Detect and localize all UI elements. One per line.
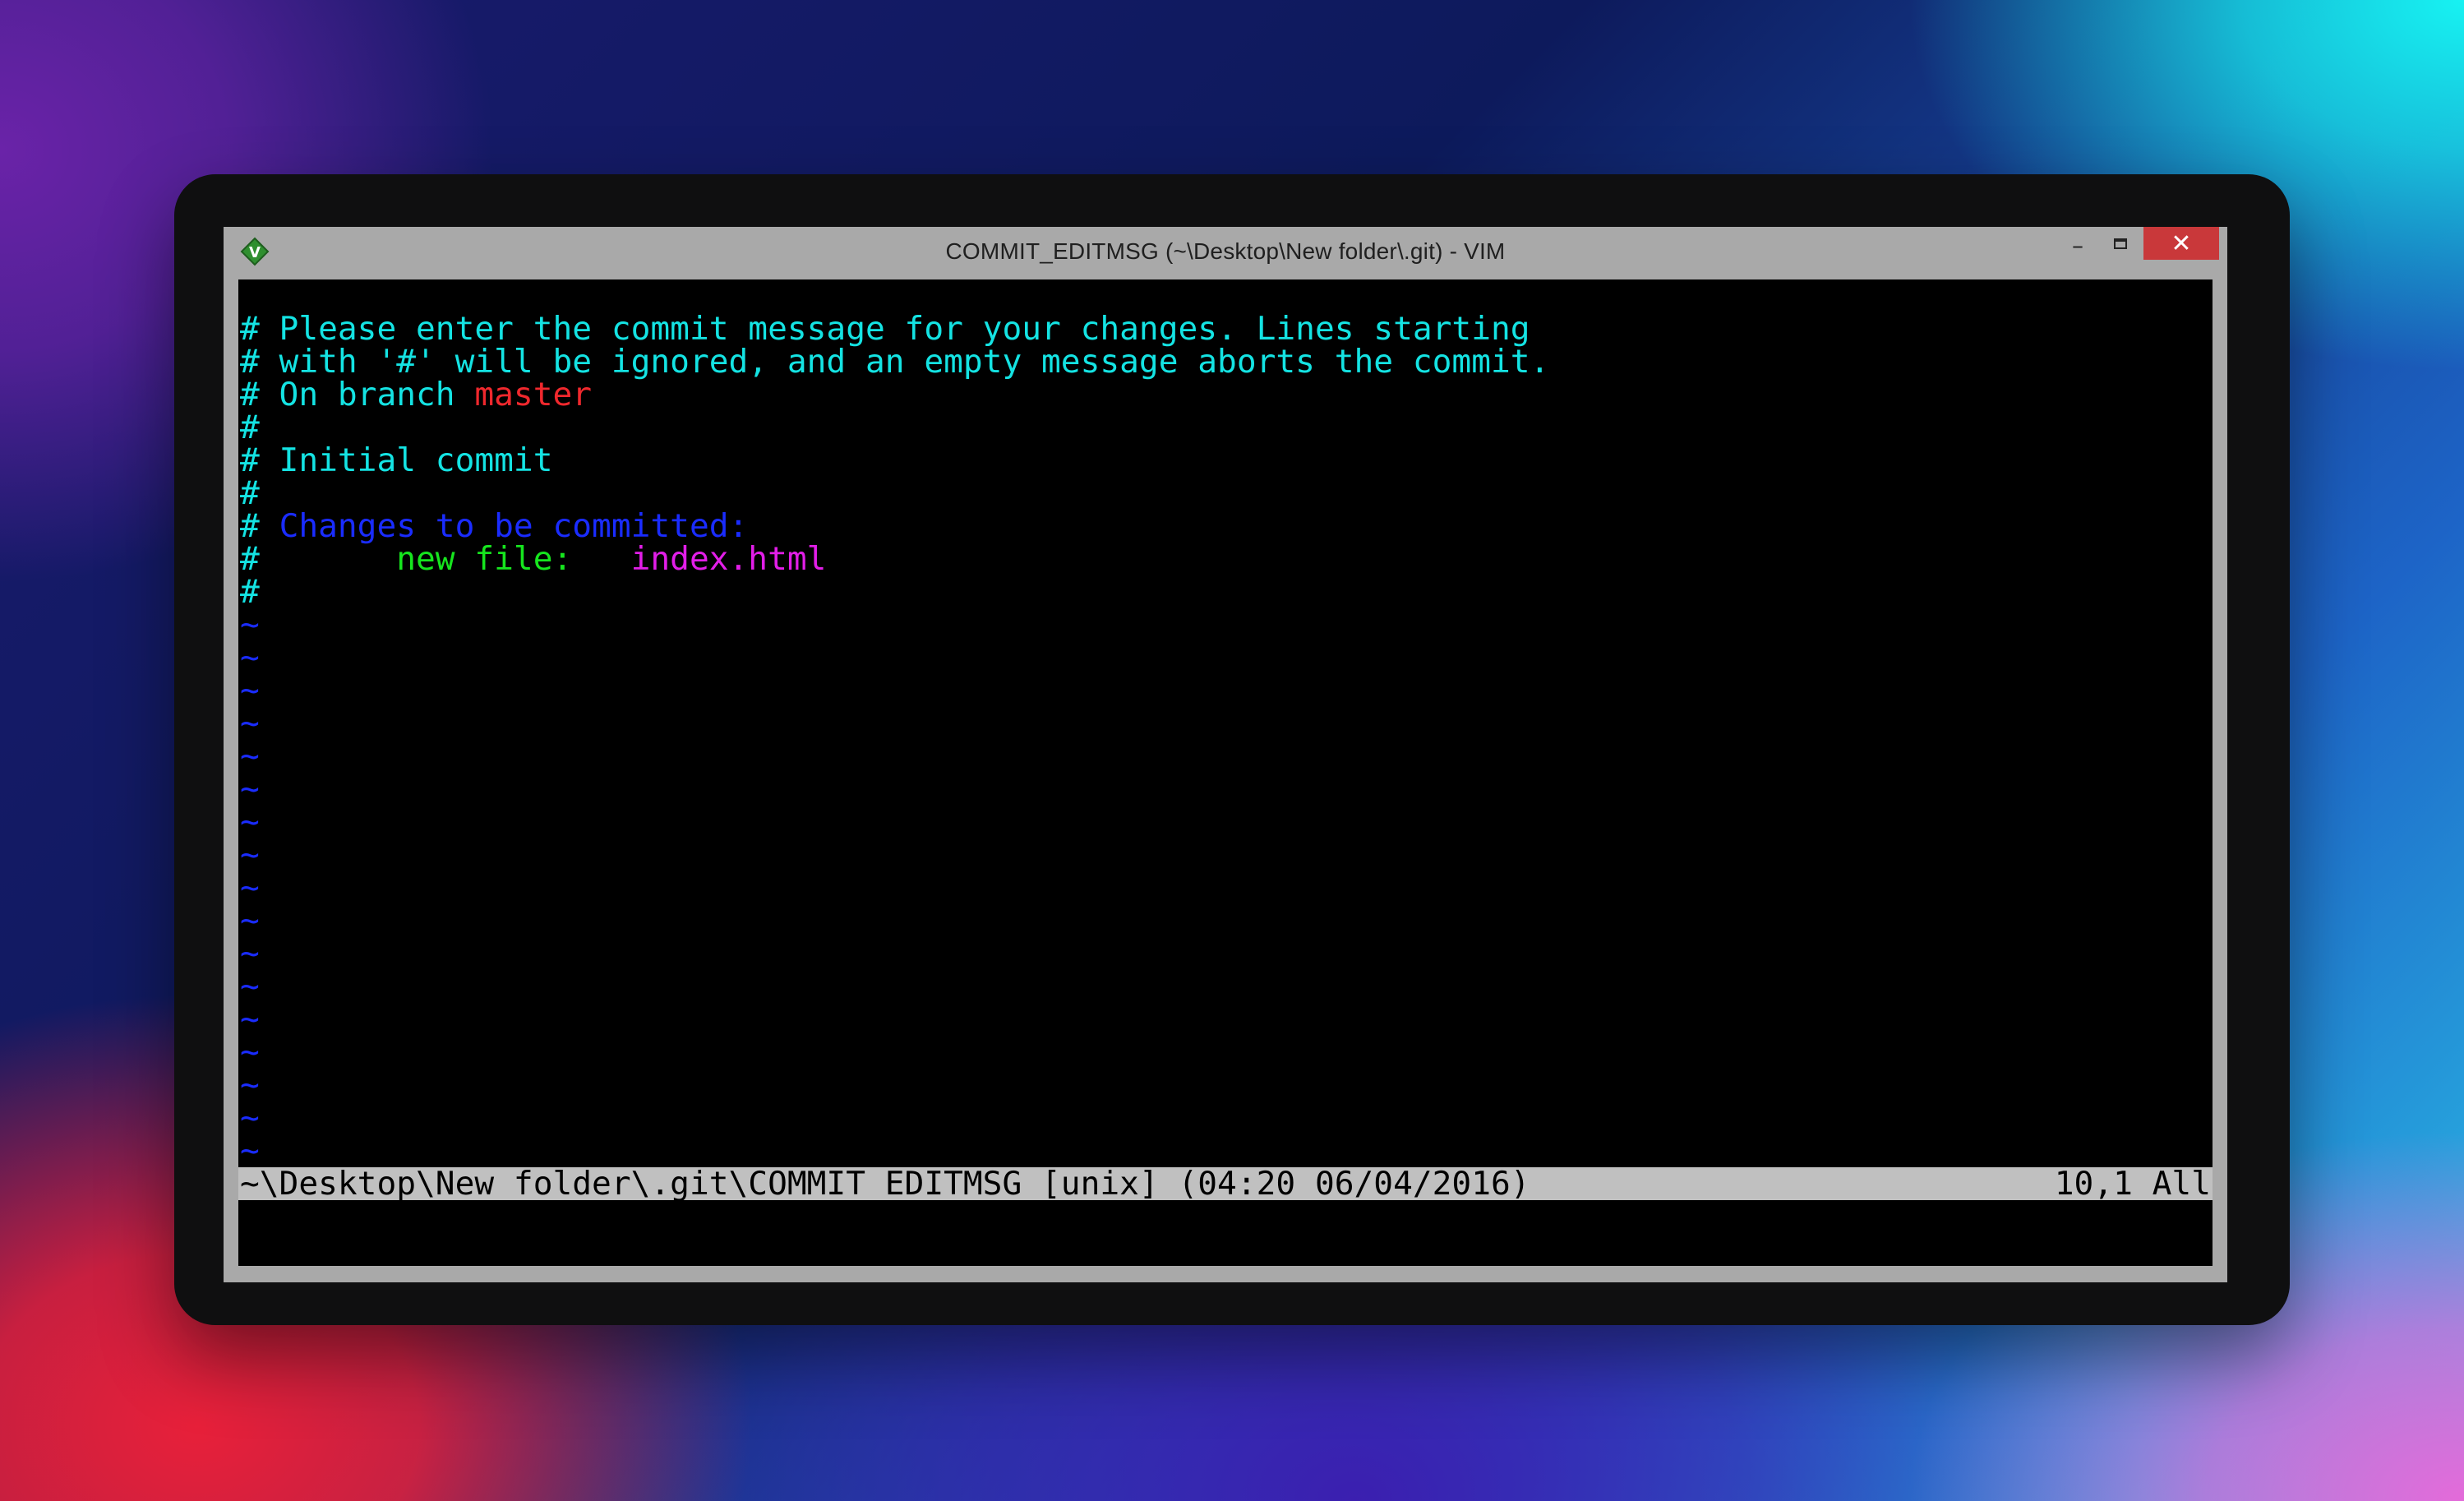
empty-line-marker: ~ (240, 1066, 260, 1104)
status-line: ~\Desktop\New folder\.git\COMMIT_EDITMSG… (238, 1167, 2213, 1200)
command-line[interactable] (238, 1200, 2213, 1233)
empty-line-marker: ~ (240, 1132, 260, 1170)
buffer-line[interactable]: # (240, 411, 1549, 444)
status-file-info: ~\Desktop\New folder\.git\COMMIT_EDITMSG… (240, 1165, 1530, 1203)
text-buffer[interactable]: # Please enter the commit message for yo… (240, 312, 1549, 1200)
empty-line-marker: ~ (240, 836, 260, 874)
empty-line-marker: ~ (240, 704, 260, 742)
buffer-text: new file: (259, 540, 631, 578)
empty-line-marker: ~ (240, 606, 260, 644)
empty-line-marker: ~ (240, 968, 260, 1005)
empty-line-marker: ~ (240, 1000, 260, 1038)
buffer-line[interactable]: # (240, 575, 1549, 608)
empty-line-marker: ~ (240, 639, 260, 677)
buffer-line[interactable]: # On branch master (240, 378, 1549, 411)
minimize-button[interactable]: – (2058, 229, 2097, 261)
empty-line-marker: ~ (240, 672, 260, 709)
empty-line-marker: ~ (240, 869, 260, 907)
empty-line-marker: ~ (240, 770, 260, 808)
buffer-text: # On branch (240, 376, 475, 413)
empty-line-marker: ~ (240, 1099, 260, 1137)
vim-window: V COMMIT_EDITMSG (~\Desktop\New folder\.… (224, 227, 2227, 1282)
buffer-line[interactable]: # with '#' will be ignored, and an empty… (240, 345, 1549, 378)
empty-line-marker: ~ (240, 902, 260, 940)
buffer-text: # Initial commit (240, 441, 553, 479)
vim-editor-area[interactable]: # Please enter the commit message for yo… (238, 279, 2213, 1266)
maximize-icon (2114, 238, 2127, 249)
buffer-line[interactable]: # Please enter the commit message for yo… (240, 312, 1549, 345)
buffer-line[interactable]: # new file: index.html (240, 543, 1549, 575)
buffer-text: index.html (630, 540, 827, 578)
buffer-line[interactable]: # Initial commit (240, 444, 1549, 477)
empty-line-marker: ~ (240, 803, 260, 841)
title-bar[interactable]: V COMMIT_EDITMSG (~\Desktop\New folder\.… (224, 227, 2227, 279)
status-cursor-position: 10,1 All (2054, 1165, 2211, 1203)
buffer-line[interactable]: # Changes to be committed: (240, 510, 1549, 543)
close-button[interactable]: ✕ (2143, 227, 2219, 260)
maximize-button[interactable] (2099, 227, 2142, 260)
empty-line-marker: ~ (240, 1033, 260, 1071)
empty-line-marker: ~ (240, 935, 260, 972)
empty-line-marker: ~ (240, 737, 260, 775)
buffer-text: master (474, 376, 593, 413)
window-title: COMMIT_EDITMSG (~\Desktop\New folder\.gi… (945, 238, 1506, 264)
buffer-line[interactable]: # (240, 477, 1549, 510)
